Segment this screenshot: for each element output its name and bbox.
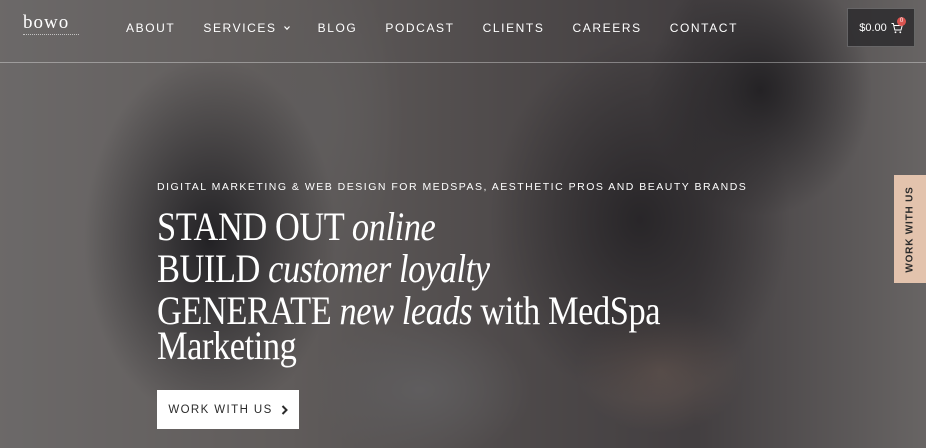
headline-line: STAND OUT online bbox=[157, 206, 673, 248]
cta-label: WORK WITH US bbox=[168, 403, 273, 416]
nav-item-label: CAREERS bbox=[572, 21, 642, 35]
nav-item-blog[interactable]: BLOG bbox=[318, 20, 358, 36]
site-header: bowo ABOUT SERVICES BLOG PODCAST CLIENTS… bbox=[0, 0, 926, 63]
hero-headline: STAND OUT online BUILD customer loyalty … bbox=[157, 206, 757, 367]
nav-item-label: CLIENTS bbox=[482, 21, 545, 35]
side-tab-label: WORK WITH US bbox=[904, 185, 916, 273]
logo-tagline-mark bbox=[23, 34, 79, 39]
headline-text: BUILD bbox=[157, 246, 269, 291]
cart-button[interactable]: $0.00 bbox=[847, 8, 915, 47]
headline-italic: online bbox=[351, 204, 436, 249]
chevron-right-icon bbox=[281, 404, 288, 415]
headline-text: STAND OUT bbox=[157, 204, 352, 249]
cart-total: $0.00 bbox=[859, 21, 887, 34]
nav-item-label: CONTACT bbox=[669, 21, 739, 35]
nav-item-clients[interactable]: CLIENTS bbox=[483, 20, 545, 36]
hero-eyebrow: DIGITAL MARKETING & WEB DESIGN FOR MEDSP… bbox=[157, 181, 748, 193]
work-with-us-button[interactable]: WORK WITH US bbox=[157, 390, 299, 429]
headline-line: Marketing bbox=[157, 325, 673, 367]
cart-count-badge: 0 bbox=[897, 17, 906, 26]
nav-item-label: ABOUT bbox=[126, 21, 176, 35]
nav-item-services[interactable]: SERVICES bbox=[203, 20, 290, 36]
work-with-us-side-tab[interactable]: WORK WITH US bbox=[894, 175, 926, 283]
logo-text: bowo bbox=[23, 12, 70, 33]
nav-item-podcast[interactable]: PODCAST bbox=[385, 20, 454, 36]
nav-item-label: PODCAST bbox=[385, 21, 455, 35]
chevron-down-icon bbox=[283, 26, 290, 31]
headline-line: BUILD customer loyalty bbox=[157, 248, 673, 290]
headline-text: Marketing bbox=[157, 323, 297, 368]
nav-item-label: SERVICES bbox=[203, 21, 277, 35]
nav-item-about[interactable]: ABOUT bbox=[126, 20, 175, 36]
nav-item-contact[interactable]: CONTACT bbox=[670, 20, 738, 36]
main-nav: ABOUT SERVICES BLOG PODCAST CLIENTS CARE… bbox=[126, 20, 766, 36]
headline-italic: customer loyalty bbox=[268, 246, 490, 291]
brand-logo[interactable]: bowo bbox=[23, 12, 83, 40]
nav-item-label: BLOG bbox=[317, 21, 358, 35]
nav-item-careers[interactable]: CAREERS bbox=[572, 20, 641, 36]
